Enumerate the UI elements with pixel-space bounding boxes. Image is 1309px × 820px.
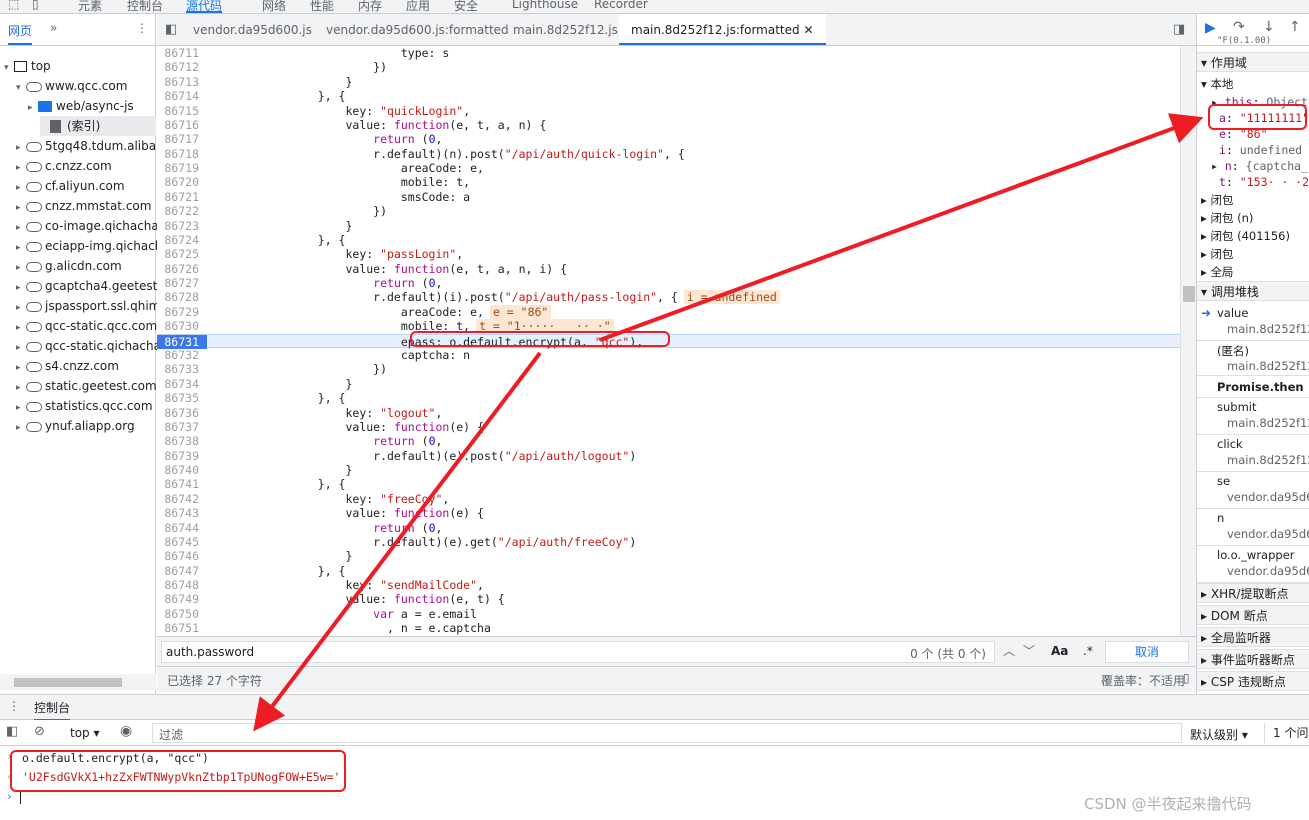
arrow-to-scope xyxy=(599,113,1204,342)
annotation-arrows xyxy=(253,113,1204,732)
arrow-to-console xyxy=(253,351,542,732)
watermark: CSDN @半夜起来撸代码 xyxy=(1084,795,1252,813)
